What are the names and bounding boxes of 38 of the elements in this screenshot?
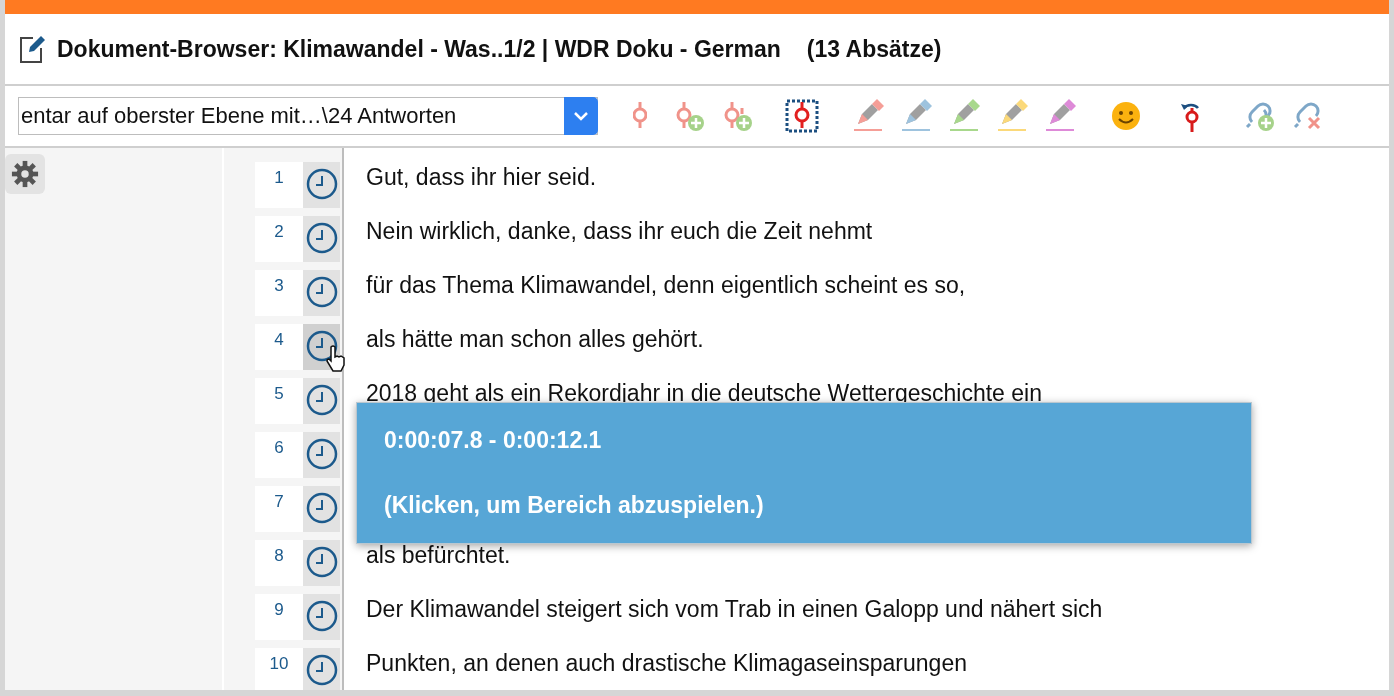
line-number: 5	[255, 378, 303, 424]
window-title: Dokument-Browser: Klimawandel - Was..1/2 | WDR Doku - German	[57, 35, 781, 63]
line-number: 3	[255, 270, 303, 316]
paragraph-count: (13 Absätze)	[806, 35, 942, 63]
chevron-down-icon	[573, 111, 589, 121]
clock-icon	[305, 384, 338, 416]
tooltip-hint: (Klicken, um Bereich abzuspielen.)	[384, 492, 765, 519]
line-number: 7	[255, 486, 303, 532]
paragraph-text: als hätte man schon alles gehört.	[366, 326, 704, 352]
line-number: 2	[255, 216, 303, 262]
clock-icon	[305, 222, 338, 254]
clock-icon	[305, 438, 338, 470]
paragraph-text: für das Thema Klimawandel, denn eigentlich scheint es so,	[366, 272, 966, 298]
paragraph-text: Gut, dass ihr hier seid.	[366, 164, 597, 190]
pin-select-icon	[784, 98, 820, 134]
paragraph-text: Der Klimawandel steigert sich vom Trab in einen Galopp und nähert sich	[366, 596, 1103, 622]
clock-icon	[305, 654, 338, 686]
edit-document-icon	[19, 34, 45, 64]
clock-icon	[305, 600, 338, 632]
clock-icon	[305, 492, 338, 524]
filter-dropdown[interactable]: entar auf oberster Ebene mit…\24 Antworten	[18, 97, 598, 135]
clock-icon	[305, 276, 338, 308]
line-number: 6	[255, 432, 303, 478]
pin-icon	[633, 101, 647, 131]
clock-icon	[305, 168, 338, 200]
line-number: 4	[255, 324, 303, 370]
settings-icon	[11, 159, 39, 189]
clock-icon	[305, 546, 338, 578]
paragraph-text: Nein wirklich, danke, dass ihr euch die Zeit nehmt	[366, 218, 873, 244]
line-number: 9	[255, 594, 303, 640]
clock-icon	[305, 330, 338, 362]
line-number: 10	[255, 648, 303, 690]
settings-button[interactable]	[5, 154, 45, 194]
time-range: 0:00:07.8 - 0:00:12.1	[384, 427, 603, 454]
paragraph-text: als befürchtet.	[366, 542, 511, 568]
line-number: 1	[255, 162, 303, 208]
line-number: 8	[255, 540, 303, 586]
paragraph-text: Punkten, an denen auch drastische Klimagaseinsparungen	[366, 650, 967, 676]
